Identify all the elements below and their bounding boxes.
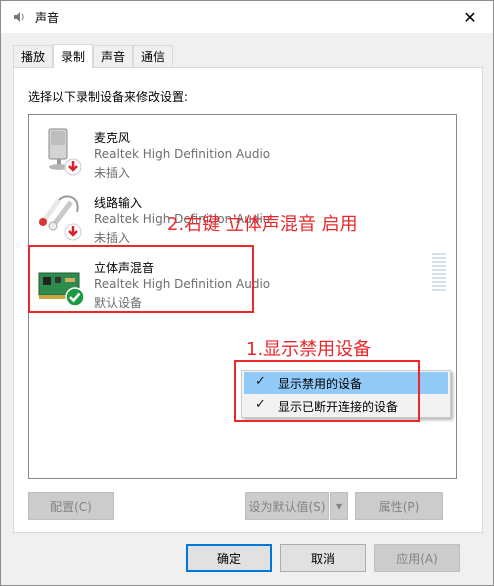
annotation-step2: 2.右键 立体声混音 启用: [167, 214, 358, 235]
highlight-box-stereo-mix: [28, 245, 254, 313]
annotation-step1: 1.显示禁用设备: [246, 339, 372, 360]
instruction-label: 选择以下录制设备来修改设置:: [28, 90, 189, 104]
device-name: 麦克风: [94, 131, 131, 145]
highlight-box-context-menu: [234, 360, 420, 422]
set-default-dropdown[interactable]: ▾: [330, 492, 348, 520]
window-title: 声音: [35, 10, 60, 25]
list-item-microphone[interactable]: 麦克风 Realtek High Definition Audio 未插入: [29, 119, 456, 183]
device-status: 未插入: [94, 231, 131, 245]
microphone-icon: [37, 127, 85, 177]
apply-button[interactable]: 应用(A): [374, 544, 460, 572]
level-meter: [432, 253, 446, 295]
device-status: 未插入: [94, 166, 131, 180]
speaker-icon: [11, 9, 27, 25]
tab-bar: 播放 录制 声音 通信: [13, 44, 174, 68]
tab-playback[interactable]: 播放: [13, 45, 54, 67]
device-name: 线路输入: [94, 196, 143, 210]
chevron-down-icon: ▾: [335, 499, 343, 513]
properties-button[interactable]: 属性(P): [355, 492, 443, 520]
cancel-button[interactable]: 取消: [280, 544, 366, 572]
sound-dialog: 声音 ✕ 播放 录制 声音 通信 选择以下录制设备来修改设置: 麦克风 Real…: [0, 0, 494, 586]
device-description: Realtek High Definition Audio: [94, 147, 271, 161]
configure-button[interactable]: 配置(C): [28, 492, 114, 520]
close-button[interactable]: ✕: [447, 1, 493, 33]
title-bar: 声音 ✕: [1, 1, 493, 33]
set-default-button[interactable]: 设为默认值(S): [245, 492, 329, 520]
tab-recording[interactable]: 录制: [53, 44, 94, 68]
tab-communications[interactable]: 通信: [133, 45, 174, 67]
line-in-icon: [37, 192, 85, 242]
tab-sounds[interactable]: 声音: [93, 45, 134, 67]
ok-button[interactable]: 确定: [186, 544, 272, 572]
close-icon: ✕: [463, 7, 477, 27]
